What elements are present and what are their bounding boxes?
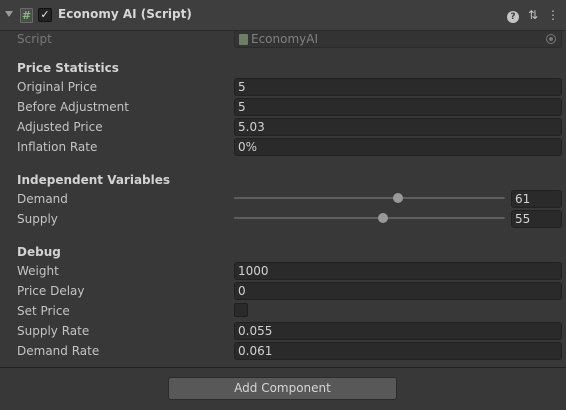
presets-icon[interactable]: ⇅ — [526, 7, 540, 23]
section-independent-variables: Independent Variables — [17, 173, 171, 187]
component-title: Economy AI (Script) — [58, 7, 192, 21]
supply-rate-label: Supply Rate — [17, 324, 90, 338]
script-label: Script — [17, 32, 52, 46]
demand-rate-field[interactable]: 0.061 — [234, 342, 562, 360]
help-icon[interactable]: ? — [506, 7, 520, 23]
demand-value-field[interactable]: 61 — [511, 190, 562, 208]
inflation-rate-label: Inflation Rate — [17, 140, 98, 154]
set-price-checkbox[interactable] — [234, 303, 248, 317]
supply-slider-track[interactable] — [234, 217, 505, 219]
section-price-statistics: Price Statistics — [17, 61, 119, 75]
demand-slider-track[interactable] — [234, 197, 505, 199]
adjusted-price-label: Adjusted Price — [17, 120, 103, 134]
section-debug: Debug — [17, 245, 61, 259]
original-price-field[interactable]: 5 — [234, 78, 562, 96]
supply-value-field[interactable]: 55 — [511, 210, 562, 228]
supply-slider-thumb[interactable] — [377, 213, 388, 223]
price-delay-field[interactable]: 0 — [234, 282, 562, 300]
set-price-label: Set Price — [17, 304, 70, 318]
script-file-icon — [239, 34, 248, 45]
script-object-field[interactable]: EconomyAI — [234, 30, 562, 48]
component-header[interactable]: # ✓ Economy AI (Script) ? ⇅ ⋮ — [0, 0, 566, 31]
supply-label: Supply — [17, 212, 58, 226]
demand-label: Demand — [17, 192, 68, 206]
component-enable-checkbox[interactable]: ✓ — [38, 8, 52, 22]
foldout-arrow-icon[interactable] — [5, 11, 13, 17]
demand-slider-thumb[interactable] — [392, 193, 403, 203]
price-delay-label: Price Delay — [17, 284, 85, 298]
demand-rate-label: Demand Rate — [17, 344, 100, 358]
weight-field[interactable]: 1000 — [234, 262, 562, 280]
inflation-rate-field[interactable]: 0% — [234, 138, 562, 156]
before-adjustment-field[interactable]: 5 — [234, 98, 562, 116]
context-menu-icon[interactable]: ⋮ — [546, 7, 560, 23]
script-object-value: EconomyAI — [251, 32, 319, 46]
weight-label: Weight — [17, 264, 59, 278]
before-adjustment-label: Before Adjustment — [17, 100, 129, 114]
object-picker-icon[interactable] — [546, 34, 556, 44]
adjusted-price-field[interactable]: 5.03 — [234, 118, 562, 136]
csharp-script-icon: # — [20, 8, 33, 23]
add-component-button[interactable]: Add Component — [168, 377, 397, 400]
component-separator — [0, 367, 566, 368]
original-price-label: Original Price — [17, 80, 98, 94]
supply-rate-field[interactable]: 0.055 — [234, 322, 562, 340]
